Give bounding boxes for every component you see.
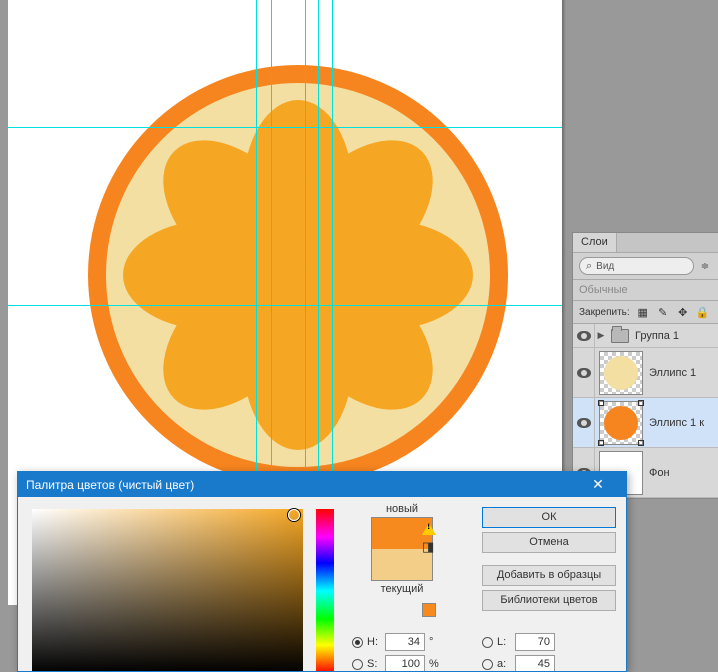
lab-inputs: L: 70 a: 45 [482,633,555,672]
tab-layers[interactable]: Слои [573,233,617,252]
layer-label: Эллипс 1 к [647,417,704,429]
hsb-inputs: H: 34 ° S: 100 % [352,633,441,672]
layer-label: Эллипс 1 [647,367,696,379]
orange-illustration [88,65,508,485]
gamut-warning-icon[interactable] [422,523,436,535]
radio-h[interactable] [352,637,363,648]
label-l: L: [497,636,511,648]
panel-tabs: Слои [573,233,718,253]
color-field[interactable] [32,509,303,672]
eye-icon [577,418,591,428]
radio-a[interactable] [482,659,493,670]
unit-s: % [429,658,441,670]
layer-label: Фон [647,467,670,479]
swatch-preview: новый текущий [352,503,452,595]
dialog-titlebar[interactable]: Палитра цветов (чистый цвет) ✕ [18,472,626,497]
unit-h: ° [429,636,441,648]
layer-row[interactable]: ▶ Группа 1 [573,324,718,348]
input-l[interactable]: 70 [515,633,555,651]
label-s: S: [367,658,381,670]
guide-horizontal[interactable] [8,305,562,306]
lock-paint-icon[interactable]: ✎ [656,305,670,319]
layer-row[interactable]: Эллипс 1 [573,348,718,398]
lock-row: Закрепить: ▦ ✎ ✥ 🔒 [573,301,718,324]
layer-thumbnail[interactable] [599,351,643,395]
layer-filter-label: Вид [596,261,614,272]
expand-icon[interactable]: ▶ [595,330,607,341]
websafe-warning-icon[interactable]: ◨ [422,541,436,555]
input-a[interactable]: 45 [515,655,555,672]
lock-position-icon[interactable]: ✥ [676,305,690,319]
lock-all-icon[interactable]: 🔒 [696,305,710,319]
dialog-title: Палитра цветов (чистый цвет) [26,478,194,492]
visibility-toggle[interactable] [573,324,595,347]
layer-row[interactable]: Эллипс 1 к [573,398,718,448]
input-h[interactable]: 34 [385,633,425,651]
color-libraries-button[interactable]: Библиотеки цветов [482,590,616,611]
dialog-buttons: ОК Отмена Добавить в образцы Библиотеки … [482,507,616,611]
label-a: a: [497,658,511,670]
blend-mode-select[interactable]: Обычные [573,280,718,301]
nearest-color-swatch[interactable] [422,603,436,617]
warning-icons: ◨ [422,523,436,617]
visibility-toggle[interactable] [573,348,595,397]
folder-icon [611,329,629,343]
visibility-toggle[interactable] [573,398,595,447]
hue-slider[interactable] [316,509,334,672]
color-cursor[interactable] [288,509,300,521]
guide-horizontal[interactable] [8,127,562,128]
new-color-label: новый [352,503,452,515]
layer-thumbnail[interactable] [599,401,643,445]
ok-button[interactable]: ОК [482,507,616,528]
color-picker-dialog: Палитра цветов (чистый цвет) ✕ новый тек… [17,471,627,672]
close-button[interactable]: ✕ [578,475,618,495]
layer-label: Группа 1 [633,330,679,342]
eye-icon [577,331,591,341]
layers-panel: Слои ⌕ Вид ≑ Обычные Закрепить: ▦ ✎ ✥ 🔒 … [572,232,718,499]
lock-transparency-icon[interactable]: ▦ [636,305,650,319]
eye-icon [577,368,591,378]
radio-s[interactable] [352,659,363,670]
lock-label: Закрепить: [579,307,630,318]
cancel-button[interactable]: Отмена [482,532,616,553]
layers-filter-bar: ⌕ Вид ≑ [573,253,718,280]
label-h: H: [367,636,381,648]
input-s[interactable]: 100 [385,655,425,672]
layer-filter-select[interactable]: ⌕ Вид [579,257,694,275]
radio-l[interactable] [482,637,493,648]
current-color-label: текущий [352,583,452,595]
search-icon: ⌕ [586,260,592,273]
filter-dropdown-icon[interactable]: ≑ [698,259,712,273]
add-swatch-button[interactable]: Добавить в образцы [482,565,616,586]
